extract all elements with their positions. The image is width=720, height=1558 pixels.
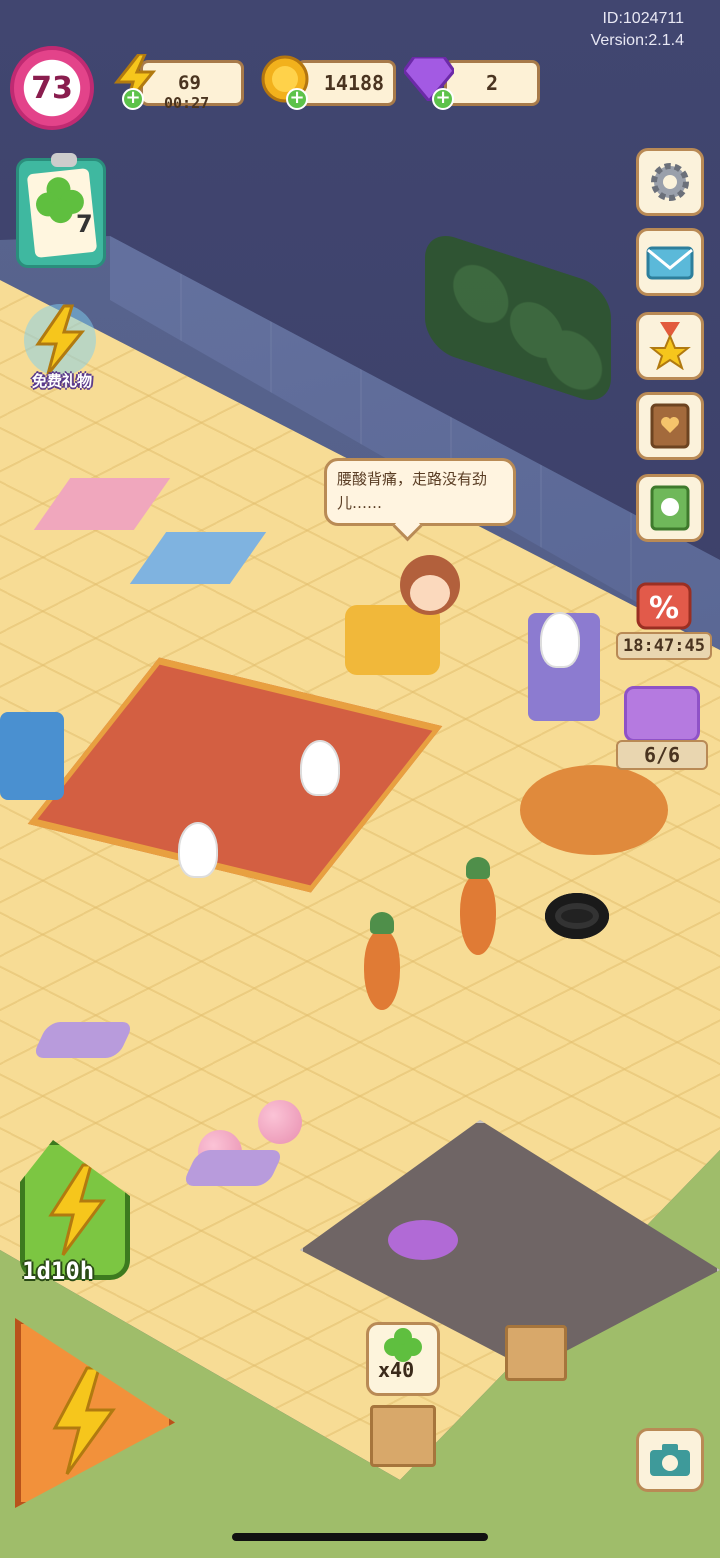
- player-level: 73: [31, 70, 73, 106]
- mail-icon: [646, 246, 694, 280]
- tire[interactable]: [545, 893, 609, 939]
- gem-bar[interactable]: 2: [444, 60, 540, 106]
- orange-rug[interactable]: [520, 765, 668, 855]
- energy-value: 69: [178, 72, 201, 94]
- speech-bubble: 腰酸背痛，走路没有劲儿……: [324, 458, 516, 526]
- home-indicator: [232, 1533, 488, 1541]
- svg-text:%: %: [649, 591, 679, 626]
- task-count: 7: [76, 210, 93, 238]
- clipboard-clip: [51, 153, 77, 167]
- camera-button[interactable]: [636, 1428, 704, 1492]
- achievements-button[interactable]: [636, 312, 704, 380]
- add-energy-button[interactable]: +: [122, 88, 144, 110]
- paint-splash: [388, 1220, 458, 1260]
- receptionist-face[interactable]: [410, 575, 450, 611]
- medal-icon: [649, 322, 691, 370]
- percent-icon: %: [636, 582, 692, 630]
- carrot-decoration[interactable]: [364, 912, 400, 1010]
- version-label: Version:2.1.4: [590, 32, 684, 49]
- gem-value: 2: [485, 71, 499, 95]
- coin-value: 14188: [323, 71, 385, 95]
- album-button[interactable]: [636, 474, 704, 542]
- sale-timer: 18:47:45: [616, 632, 712, 660]
- gift-icon: [24, 304, 96, 376]
- camera-icon: [650, 1444, 690, 1476]
- cardboard-box[interactable]: [370, 1405, 436, 1467]
- mail-button[interactable]: [636, 228, 704, 296]
- player-level-badge[interactable]: 73: [10, 46, 94, 130]
- crate-reward-count: x40: [378, 1358, 415, 1382]
- settings-button[interactable]: [636, 148, 704, 216]
- boost-timer: 1d10h: [22, 1257, 95, 1285]
- carrot-decoration[interactable]: [460, 857, 496, 955]
- goose-character[interactable]: [300, 740, 340, 796]
- collection-book-button[interactable]: [636, 392, 704, 460]
- cardboard-box[interactable]: [505, 1325, 567, 1381]
- reception-counter[interactable]: [345, 605, 440, 675]
- jar-count: 6/6: [616, 740, 708, 770]
- gear-icon: [651, 163, 689, 201]
- energy-timer: 00:27: [164, 94, 210, 112]
- book-icon: [650, 403, 690, 449]
- add-gems-button[interactable]: +: [432, 88, 454, 110]
- build-info: ID:1024711 Version:2.1.4: [591, 8, 684, 52]
- goose-character[interactable]: [178, 822, 218, 878]
- free-gift-label: 免费礼物: [31, 372, 92, 390]
- vending-machine-blue[interactable]: [0, 712, 64, 800]
- player-id: ID:1024711: [602, 10, 684, 27]
- jar-icon[interactable]: [624, 686, 700, 742]
- add-coins-button[interactable]: +: [286, 88, 308, 110]
- album-icon: [650, 485, 690, 531]
- goose-character[interactable]: [540, 612, 580, 668]
- exercise-ball[interactable]: [258, 1100, 302, 1144]
